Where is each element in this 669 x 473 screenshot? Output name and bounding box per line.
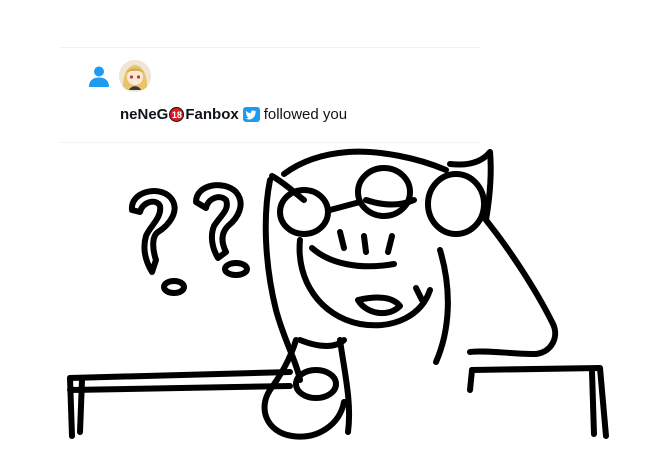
confused-character-drawing xyxy=(67,148,609,440)
user-name-part1: neNeG xyxy=(120,106,169,123)
character-doodle xyxy=(261,148,559,440)
table-doodle xyxy=(67,365,609,439)
user-name-part2: Fanbox xyxy=(185,106,239,123)
user-name-link[interactable]: neNeG 18 Fanbox xyxy=(120,106,239,123)
question-marks-doodle xyxy=(129,182,250,296)
person-icon xyxy=(89,66,109,87)
follow-notification[interactable]: neNeG 18 Fanbox followed you xyxy=(60,47,480,143)
avatar[interactable] xyxy=(119,60,151,92)
age-badge-icon: 18 xyxy=(169,107,185,122)
twitter-bird-icon xyxy=(242,107,260,122)
notification-text: neNeG 18 Fanbox followed you xyxy=(120,106,347,123)
action-text: followed you xyxy=(263,106,348,123)
